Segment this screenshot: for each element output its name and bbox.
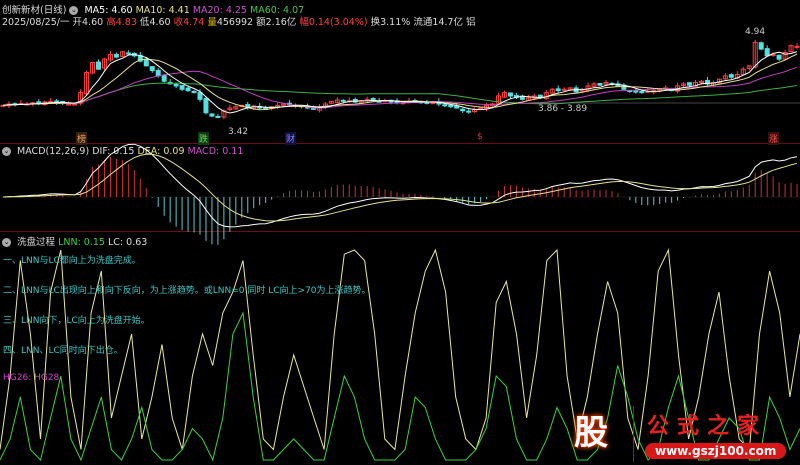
candle-body <box>776 54 782 60</box>
candle-body <box>191 90 197 94</box>
note-4: 四、LNN、LC同时向下出仓。 <box>3 346 123 356</box>
candle-body <box>66 103 72 106</box>
candle-body <box>197 92 203 100</box>
candle-body <box>597 83 603 86</box>
range-annotation: 3.86 - 3.89 <box>538 104 588 114</box>
candle-body <box>173 83 179 87</box>
candle-body <box>370 98 376 101</box>
candle-body <box>466 110 472 113</box>
candle-body <box>764 48 770 57</box>
candle-body <box>639 91 645 94</box>
marker-red: $ <box>477 132 483 142</box>
candle-body <box>209 113 215 117</box>
note-2: 二、LNN与LC出现向上和向下反向，为上涨趋势。或LNN=0 同时 LC向上>7… <box>3 286 371 296</box>
candle-body <box>758 42 764 50</box>
note-3: 三、LNN向下，LC向上为洗盘开始。 <box>3 316 150 326</box>
candle-body <box>179 85 185 90</box>
candle-body <box>507 92 513 97</box>
candle-body <box>125 52 131 55</box>
marker-bang: 榜 <box>76 132 88 145</box>
candle-body <box>687 82 693 86</box>
high-annotation: 4.94 <box>745 27 766 37</box>
candle-body <box>633 90 639 93</box>
candle-body <box>442 104 448 107</box>
marker-zhang: 涨 <box>768 132 780 145</box>
candle-body <box>728 74 734 78</box>
candle-body <box>448 104 454 108</box>
candle-body <box>215 115 221 118</box>
candle-body <box>203 98 209 114</box>
candle-body <box>478 107 484 110</box>
marker-die: 跌 <box>198 132 210 145</box>
candle-body <box>555 88 561 92</box>
candle-body <box>561 88 567 91</box>
candle-body <box>794 45 800 48</box>
ma5-line <box>2 51 798 114</box>
marker-cai: 财 <box>285 132 297 145</box>
watermark-logo: 股 <box>574 413 608 453</box>
candle-body <box>185 87 191 92</box>
candle-body <box>143 59 149 67</box>
note-1: 一、LNN与LC都向上为洗盘完成。 <box>3 256 141 266</box>
watermark-name: 公式之家 <box>647 414 768 439</box>
candle-body <box>460 108 466 112</box>
chart-canvas <box>0 39 800 462</box>
candle-body <box>149 66 155 72</box>
hg-label: HG26: HG28 <box>3 373 60 383</box>
watermark-url: www.gszj100.com <box>645 443 787 459</box>
candle-body <box>96 61 102 70</box>
low-annotation: 3.42 <box>228 127 249 137</box>
watermark: 股 公式之家 www.gszj100.com <box>555 406 795 462</box>
candle-body <box>155 70 161 77</box>
candle-body <box>430 102 436 105</box>
candle-body <box>113 53 119 58</box>
candle-body <box>161 74 167 82</box>
candle-body <box>72 103 78 106</box>
candle-body <box>340 99 346 102</box>
